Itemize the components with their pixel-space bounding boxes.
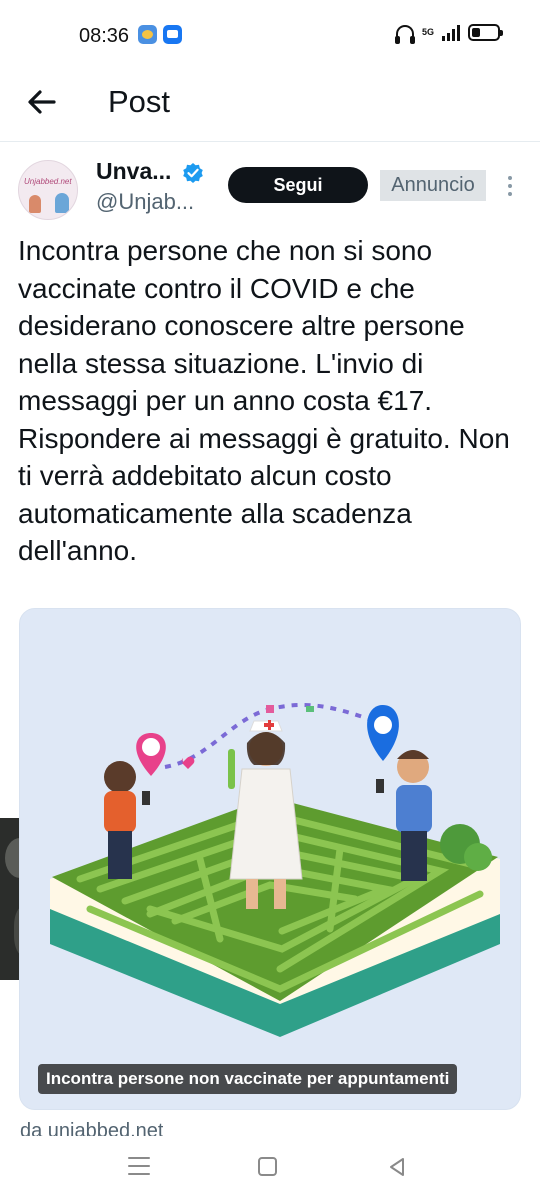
weather-app-icon bbox=[138, 25, 157, 44]
more-vertical-icon bbox=[508, 176, 512, 180]
status-time: 08:36 bbox=[79, 25, 130, 47]
avatar-figure bbox=[29, 195, 41, 213]
home-square-icon[interactable] bbox=[258, 1157, 277, 1176]
menu-icon[interactable] bbox=[128, 1157, 150, 1175]
battery-icon bbox=[468, 24, 503, 41]
more-options-button[interactable] bbox=[500, 172, 520, 200]
ad-badge: Annuncio bbox=[380, 170, 486, 201]
messages-app-icon bbox=[163, 25, 182, 44]
back-triangle-icon[interactable] bbox=[386, 1156, 408, 1178]
maze-illustration bbox=[50, 702, 500, 1037]
avatar-logo-text: Unjabbed.net bbox=[24, 177, 72, 186]
back-button[interactable] bbox=[22, 86, 62, 118]
battery-level bbox=[472, 28, 481, 37]
follow-button[interactable]: Segui bbox=[228, 167, 368, 203]
avatar-figure bbox=[55, 193, 69, 213]
post-header: Post bbox=[0, 72, 540, 142]
post-text: Incontra persone che non si sono vaccina… bbox=[18, 235, 510, 566]
arrow-left-icon bbox=[28, 90, 56, 114]
verified-badge-icon bbox=[183, 163, 203, 183]
status-bar: 08:36 5G bbox=[0, 0, 540, 72]
media-caption: Incontra persone non vaccinate per appun… bbox=[38, 1064, 458, 1094]
page-title: Post bbox=[108, 84, 171, 119]
system-navigation-bar bbox=[0, 1136, 540, 1200]
network-type: 5G bbox=[421, 27, 434, 37]
post-media-image[interactable]: Incontra persone non vaccinate per appun… bbox=[19, 608, 521, 1110]
headphones-icon bbox=[394, 24, 415, 44]
ad-source-link[interactable]: da unjabbed.net bbox=[20, 1120, 163, 1136]
signal-icon bbox=[442, 24, 460, 41]
author-handle[interactable]: @Unjab... bbox=[96, 189, 194, 215]
avatar[interactable]: Unjabbed.net bbox=[18, 160, 78, 220]
status-indicators: 5G bbox=[394, 24, 503, 44]
author-name[interactable]: Unva... bbox=[96, 158, 171, 185]
